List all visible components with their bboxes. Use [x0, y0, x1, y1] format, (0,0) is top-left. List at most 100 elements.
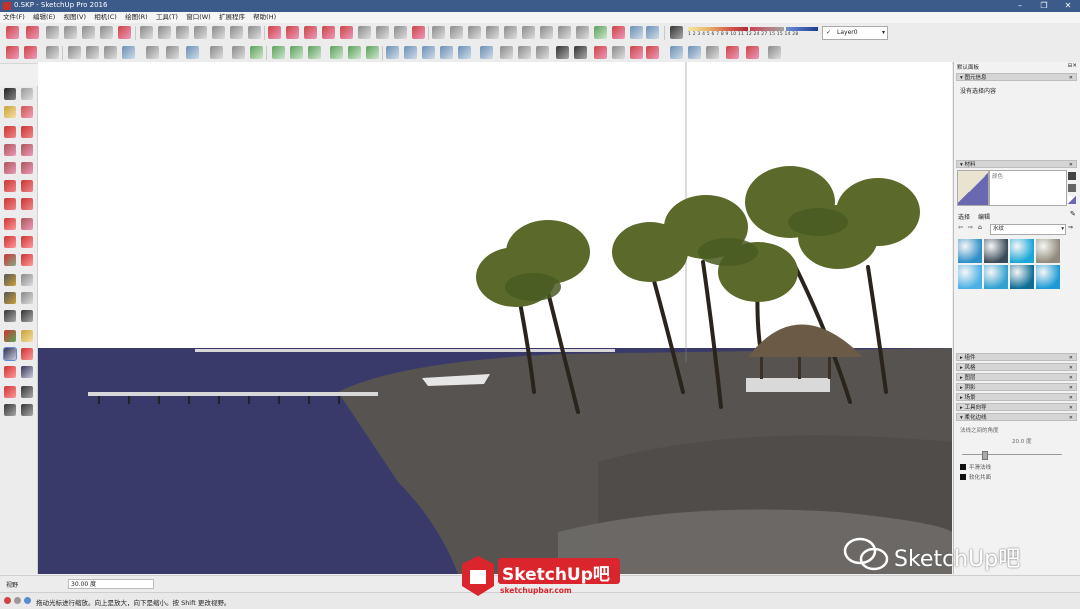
align-left-icon[interactable] [272, 46, 285, 59]
default-material-icon[interactable] [1068, 196, 1076, 204]
entity-info-header[interactable]: ▾ 图元信息 ✕ [956, 73, 1077, 81]
zoom-window-icon[interactable] [486, 26, 499, 39]
eraser-tool-icon[interactable] [340, 26, 353, 39]
three-point-arc-icon[interactable] [4, 198, 16, 210]
back-view-icon[interactable] [118, 26, 131, 39]
slice-icon[interactable] [706, 46, 719, 59]
scale-tool-icon[interactable] [394, 26, 407, 39]
axes-icon[interactable] [4, 310, 16, 322]
rotate-icon[interactable] [4, 236, 16, 248]
pen-icon[interactable] [726, 46, 739, 59]
zoom-window-tool-icon[interactable] [21, 348, 33, 360]
zoom-extents-icon[interactable] [504, 26, 517, 39]
material-swatch[interactable] [984, 239, 1008, 263]
push-pull-icon[interactable] [21, 218, 33, 230]
arc2-tool-icon[interactable] [304, 26, 317, 39]
make-group-icon[interactable] [86, 46, 99, 59]
details-icon[interactable]: ⇒ [1068, 224, 1073, 231]
grid-b-icon[interactable] [404, 46, 417, 59]
soften-edges-header[interactable]: ▾ 柔化边线 ✕ [956, 413, 1077, 421]
materials-header[interactable]: ▾ 材料 ✕ [956, 160, 1077, 168]
menu-window[interactable]: 窗口(W) [183, 12, 214, 23]
shadows-header[interactable]: ▸ 阴影 ✕ [956, 383, 1077, 391]
polygon-icon[interactable] [21, 162, 33, 174]
shed-icon[interactable] [536, 46, 549, 59]
components-header[interactable]: ▸ 组件 ✕ [956, 353, 1077, 361]
pan-icon[interactable] [450, 26, 463, 39]
menu-view[interactable]: 视图(V) [60, 12, 89, 23]
section-cut-icon[interactable] [176, 26, 189, 39]
zoom-extents-tool-icon[interactable] [4, 366, 16, 378]
scenes-header[interactable]: ▸ 场景 ✕ [956, 393, 1077, 401]
checker-icon[interactable] [556, 46, 569, 59]
tape-measure-icon[interactable] [4, 274, 16, 286]
walk-tool-icon[interactable] [4, 404, 16, 416]
select-icon[interactable] [68, 46, 81, 59]
viewport[interactable] [38, 62, 952, 574]
frame-icon[interactable] [746, 46, 759, 59]
cursor-icon[interactable] [210, 46, 223, 59]
terrain-icon[interactable] [250, 46, 263, 59]
grid-a-icon[interactable] [386, 46, 399, 59]
tray-pin-icon[interactable]: ⊟✕ [1068, 63, 1077, 69]
look-around-tool-icon[interactable] [21, 386, 33, 398]
make-component-icon[interactable] [21, 88, 33, 100]
warehouse-icon[interactable] [6, 26, 19, 39]
zoom-tool-icon[interactable] [3, 347, 17, 361]
material-swatch[interactable] [958, 265, 982, 289]
two-point-arc-icon[interactable] [21, 180, 33, 192]
offset-tool-icon[interactable] [358, 26, 371, 39]
solid-subtract-icon[interactable] [122, 46, 135, 59]
follow-me-tool-icon[interactable] [21, 236, 33, 248]
next-view-icon[interactable] [540, 26, 553, 39]
wireframe-icon[interactable] [212, 26, 225, 39]
tab-edit[interactable]: 编辑 [978, 212, 990, 221]
box-icon[interactable] [232, 46, 245, 59]
rotated-rect-icon[interactable] [21, 144, 33, 156]
arc-icon[interactable] [4, 180, 16, 192]
material-swatch[interactable] [958, 239, 982, 263]
extension-a-icon[interactable] [612, 26, 625, 39]
layers-header[interactable]: ▸ 图层 ✕ [956, 373, 1077, 381]
material-name-field[interactable]: 颜色 [989, 170, 1067, 206]
maximize-button[interactable]: ❐ [1032, 0, 1056, 12]
grid-f-icon[interactable] [480, 46, 493, 59]
previous-icon[interactable] [21, 366, 33, 378]
circle-icon[interactable] [146, 46, 159, 59]
angle-slider[interactable] [962, 451, 1062, 460]
solid-union-icon[interactable] [104, 46, 117, 59]
eraser-icon[interactable] [21, 106, 33, 118]
follow-me-icon[interactable] [376, 26, 389, 39]
shaded-icon[interactable] [248, 26, 261, 39]
material-swatch[interactable] [1010, 239, 1034, 263]
materials-icon[interactable] [518, 46, 531, 59]
smooth-normals-checkbox[interactable] [960, 464, 966, 470]
freehand-icon[interactable] [21, 126, 33, 138]
material-swatch[interactable] [1010, 265, 1034, 289]
sphere-icon[interactable] [46, 46, 59, 59]
align-center-icon[interactable] [290, 46, 303, 59]
table-icon[interactable] [670, 46, 683, 59]
protractor-icon[interactable] [4, 292, 16, 304]
component-icon[interactable] [6, 46, 19, 59]
move-icon[interactable] [4, 218, 16, 230]
menu-file[interactable]: 文件(F) [0, 12, 28, 23]
help-icon[interactable] [186, 46, 199, 59]
scale-icon[interactable] [4, 254, 16, 266]
nav-back-icon[interactable]: ⇦ [958, 224, 963, 231]
right-view-icon[interactable] [100, 26, 113, 39]
align-right-icon[interactable] [308, 46, 321, 59]
menu-draw[interactable]: 绘图(R) [122, 12, 151, 23]
close-button[interactable]: ✕ [1056, 0, 1080, 12]
table2-icon[interactable] [688, 46, 701, 59]
material-swatch[interactable] [1036, 239, 1060, 263]
orbit-icon[interactable] [432, 26, 445, 39]
orbit-tool-icon[interactable] [4, 330, 16, 342]
select-arrow-icon[interactable] [4, 88, 16, 100]
look-around-icon[interactable] [594, 26, 607, 39]
grid-d-icon[interactable] [440, 46, 453, 59]
front-view-icon[interactable] [82, 26, 95, 39]
paint-bucket-icon[interactable] [412, 26, 425, 39]
measurement-input[interactable]: 30.00 度 [68, 579, 154, 589]
3d-text-icon[interactable] [21, 310, 33, 322]
